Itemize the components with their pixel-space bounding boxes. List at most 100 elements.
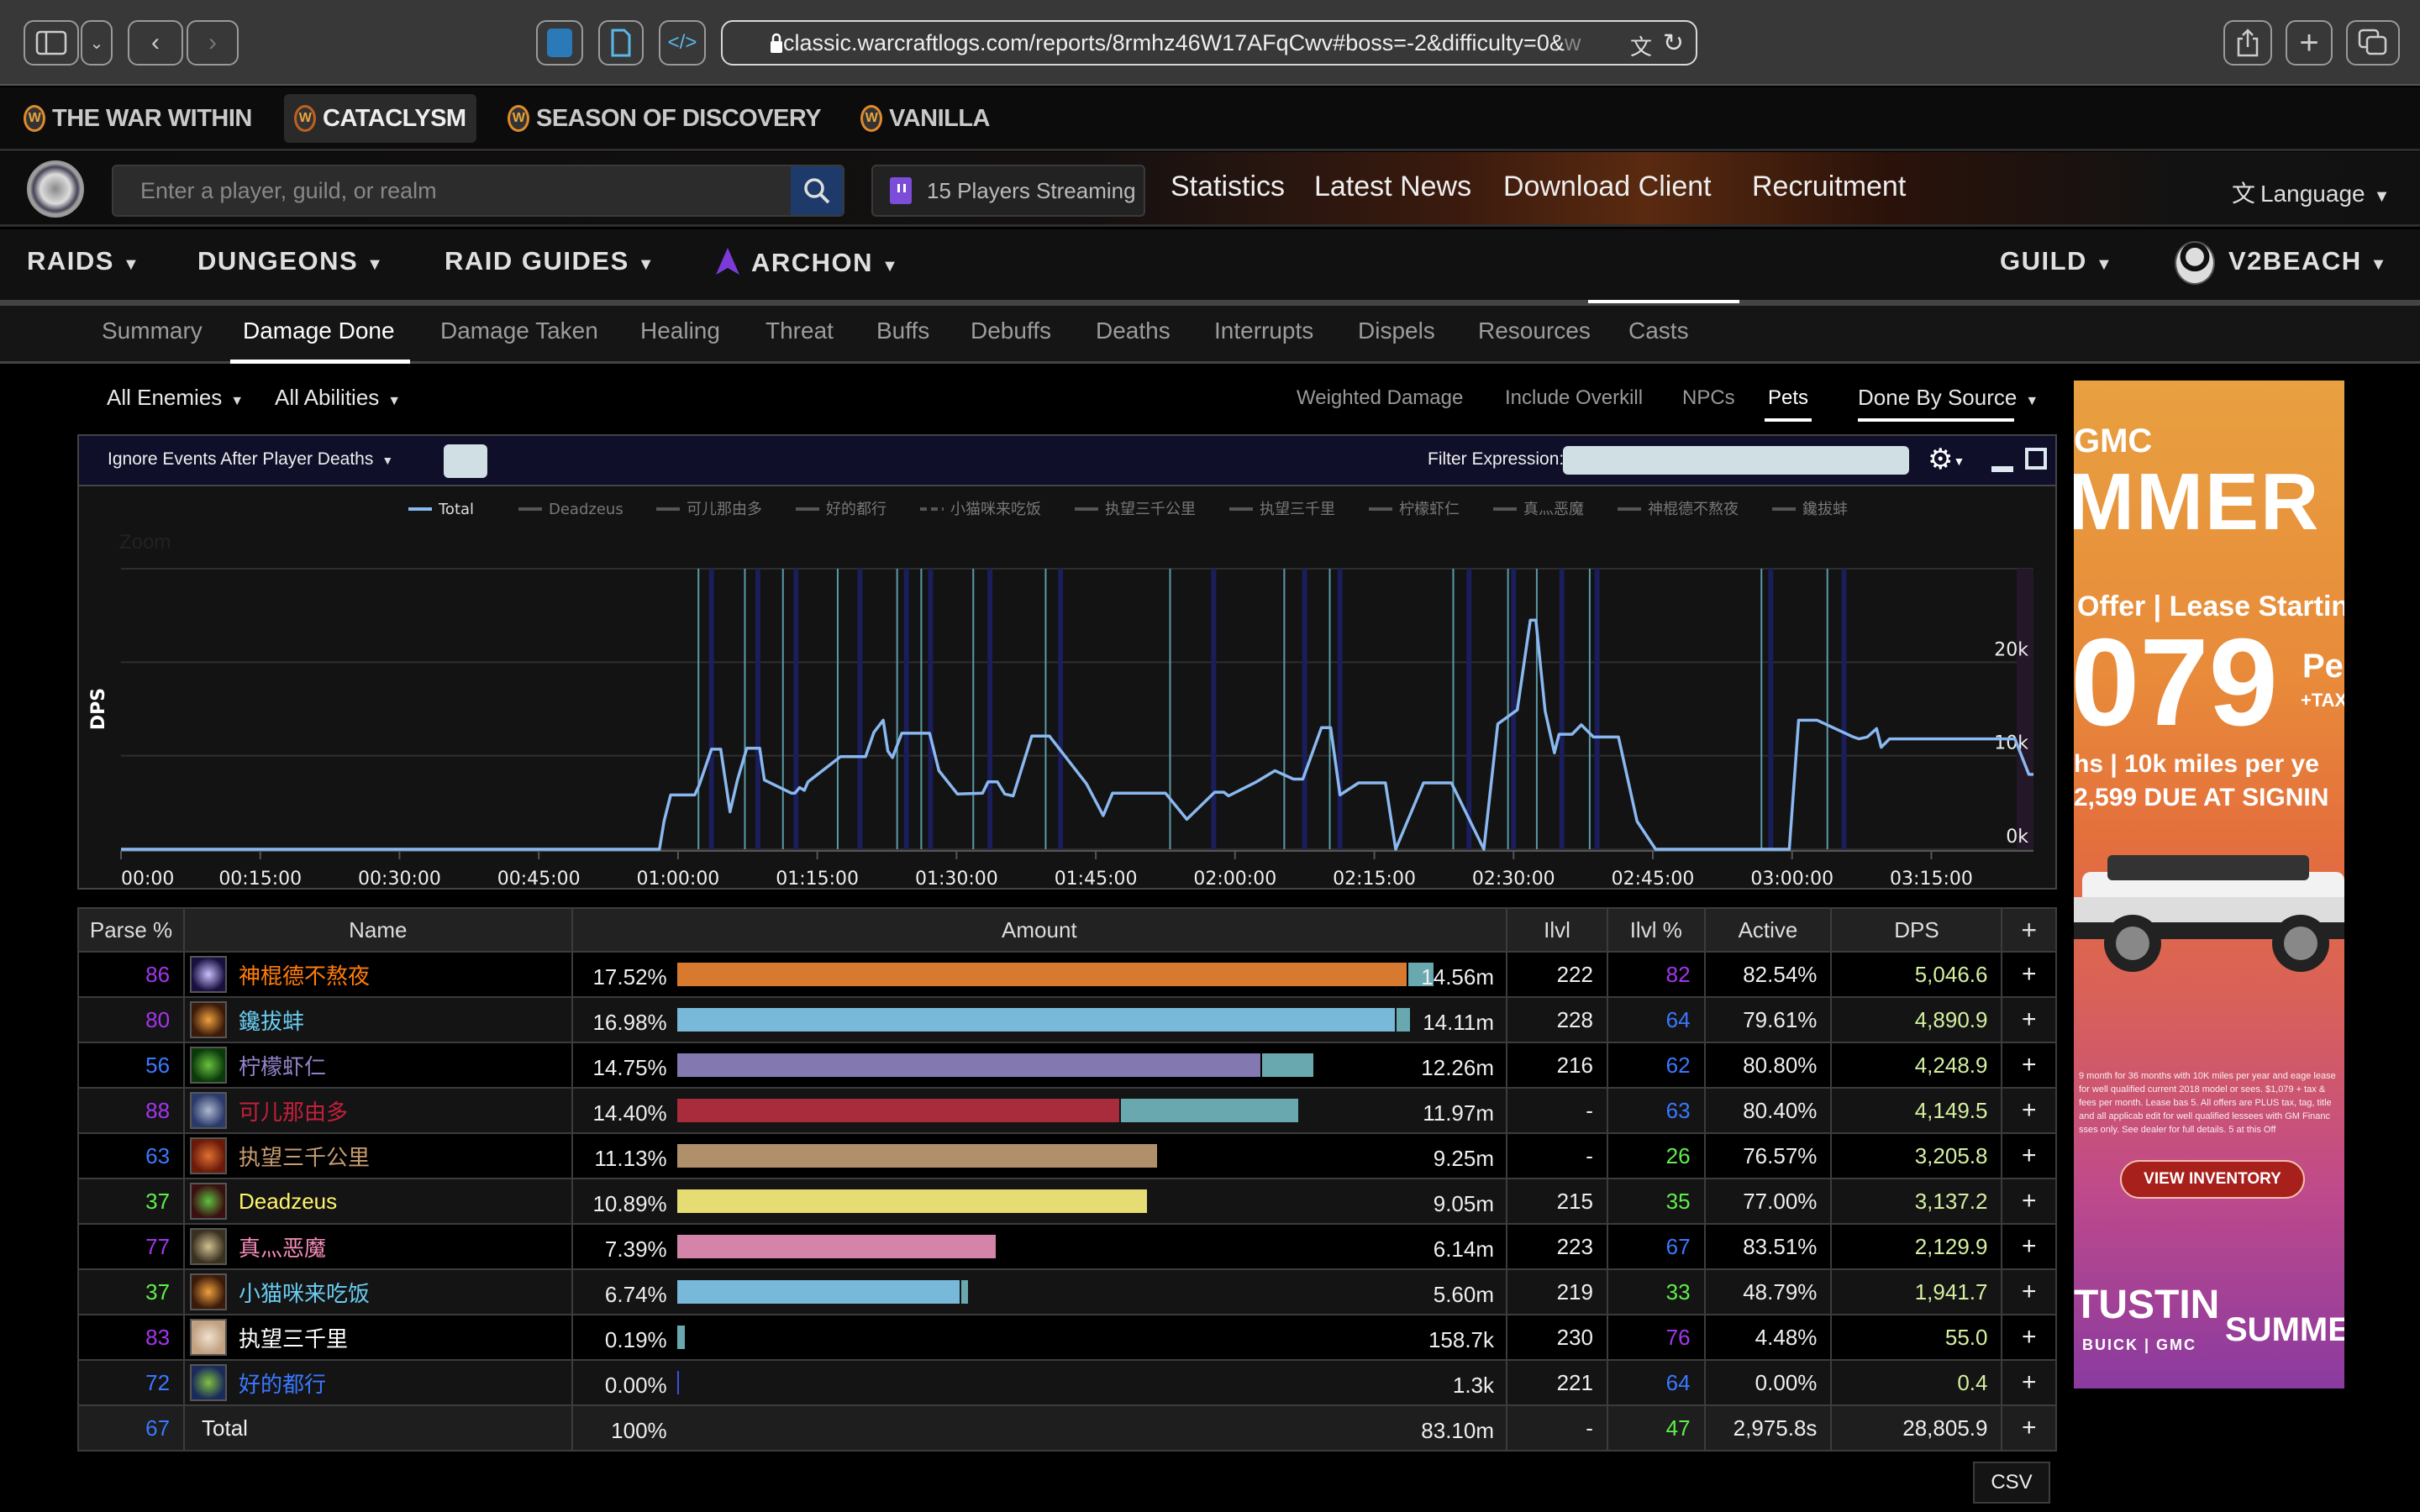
address-bar[interactable]: classic.warcraftlogs.com/reports/8rmhz46… (721, 20, 1697, 66)
col-parse[interactable]: Parse % (76, 907, 186, 953)
table-row[interactable]: 37 Deadzeus 10.89% 9.05m 215 35 77.00% 3,137.2 + (76, 1178, 2057, 1225)
developer-button[interactable]: </> (659, 20, 706, 66)
table-row[interactable]: 80 鑱拔蚌 16.98% 14.11m 228 64 79.61% 4,890.9 + (76, 996, 2057, 1043)
expand-row-button[interactable]: + (2001, 1042, 2057, 1089)
back-button[interactable]: ‹ (128, 20, 183, 66)
tab-damage-done[interactable]: Damage Done (243, 318, 395, 344)
option-include-overkill[interactable]: Include Overkill (1505, 386, 1643, 410)
name-cell[interactable]: 小猫咪来吃饭 (183, 1268, 573, 1315)
player-name[interactable]: 鑱拔蚌 (239, 1005, 304, 1036)
nav-raids[interactable]: RAIDS ▼ (27, 246, 140, 276)
game-tab-the-war-within[interactable]: W THE WAR WITHIN (13, 94, 262, 143)
new-tab-button[interactable]: + (2286, 20, 2333, 66)
expand-row-button[interactable]: + (2001, 1404, 2057, 1452)
streaming-button[interactable]: 15 Players Streaming (871, 165, 1145, 217)
translate-icon[interactable]: ⽂ (1630, 30, 1652, 61)
csv-export-button[interactable]: CSV (1973, 1462, 2050, 1504)
player-name[interactable]: 小猫咪来吃饭 (239, 1277, 370, 1308)
col-amount[interactable]: Amount (571, 907, 1508, 953)
tab-buffs[interactable]: Buffs (876, 318, 929, 344)
expand-row-button[interactable]: + (2001, 1314, 2057, 1361)
tab-debuffs[interactable]: Debuffs (971, 318, 1051, 344)
legend-item[interactable]: 好的都行 (826, 501, 886, 518)
expand-row-button[interactable]: + (2001, 951, 2057, 998)
expand-row-button[interactable]: + (2001, 996, 2057, 1043)
abilities-dropdown[interactable]: All Abilities ▼ (275, 385, 401, 411)
enemies-dropdown[interactable]: All Enemies ▼ (107, 385, 244, 411)
col-name[interactable]: Name (183, 907, 573, 953)
legend-item[interactable]: Deadzeus (549, 501, 623, 518)
tab-summary[interactable]: Summary (102, 318, 203, 344)
name-cell[interactable]: 神棍德不熬夜 (183, 951, 573, 998)
legend-item[interactable]: 执望三千里 (1260, 501, 1335, 518)
expand-row-button[interactable]: + (2001, 1132, 2057, 1179)
reload-icon[interactable]: ↻ (1663, 29, 1684, 58)
col-dps[interactable]: DPS (1830, 907, 2003, 953)
tab-overview-button[interactable] (2346, 20, 2400, 66)
col-ilvl[interactable]: Ilvl (1506, 907, 1608, 953)
expand-row-button[interactable]: + (2001, 1178, 2057, 1225)
sidebar-toggle-button[interactable] (24, 20, 79, 66)
expand-row-button[interactable]: + (2001, 1268, 2057, 1315)
legend-item[interactable]: 柠檬虾仁 (1399, 501, 1460, 518)
ignore-events-dropdown[interactable]: Ignore Events After Player Deaths ▼ (108, 449, 393, 470)
table-row[interactable]: 37 小猫咪来吃饭 6.74% 5.60m 219 33 48.79% 1,941.7 + (76, 1268, 2057, 1315)
link-statistics[interactable]: Statistics (1171, 171, 1285, 203)
forward-button[interactable]: › (187, 20, 239, 66)
player-name[interactable]: 执望三千公里 (239, 1141, 370, 1172)
tab-damage-taken[interactable]: Damage Taken (440, 318, 598, 344)
link-download-client[interactable]: Download Client (1503, 171, 1712, 203)
legend-item[interactable]: 真灬恶魔 (1523, 501, 1584, 518)
reader-button[interactable] (598, 20, 644, 66)
option-npcs[interactable]: NPCs (1682, 386, 1735, 410)
name-cell[interactable]: 柠檬虾仁 (183, 1042, 573, 1089)
tab-resources[interactable]: Resources (1478, 318, 1591, 344)
link-recruitment[interactable]: Recruitment (1752, 171, 1906, 203)
legend-item[interactable]: 小猫咪来吃饭 (950, 501, 1041, 518)
game-tab-vanilla[interactable]: W VANILLA (850, 94, 1000, 143)
tab-threat[interactable]: Threat (765, 318, 834, 344)
tab-deaths[interactable]: Deaths (1096, 318, 1171, 344)
player-name[interactable]: 真灬恶魔 (239, 1231, 326, 1263)
maximize-icon[interactable] (2025, 448, 2047, 470)
game-tab-cataclysm[interactable]: W CATACLYSM (284, 94, 476, 143)
col-ilvl-pct[interactable]: Ilvl % (1606, 907, 1706, 953)
dps-chart[interactable]: Total Deadzeus 可儿那由多 好的都行 小猫咪来吃饭 执望三千公里 执望三千里 柠… (79, 486, 2055, 888)
add-column-button[interactable]: + (2001, 907, 2057, 953)
nav-raid-guides[interactable]: RAID GUIDES ▼ (445, 246, 655, 276)
ignore-events-toggle[interactable] (444, 444, 487, 478)
legend-item[interactable]: 鑱拔蚌 (1802, 501, 1848, 518)
settings-dropdown[interactable]: ⚙▼ (1928, 443, 1965, 476)
search-button[interactable] (791, 166, 843, 215)
expand-row-button[interactable]: + (2001, 1087, 2057, 1134)
view-mode-dropdown[interactable]: Done By Source ▼ (1858, 385, 2039, 411)
player-name[interactable]: 执望三千里 (239, 1322, 348, 1353)
language-dropdown[interactable]: 文 Language ▼ (2232, 176, 2390, 209)
player-name[interactable]: Deadzeus (239, 1189, 337, 1215)
table-row[interactable]: 88 可儿那由多 14.40% 11.97m - 63 80.40% 4,149.5 + (76, 1087, 2057, 1134)
name-cell[interactable]: Deadzeus (183, 1178, 573, 1225)
table-row[interactable]: 72 好的都行 0.00% 1.3k 221 64 0.00% 0.4 + (76, 1359, 2057, 1406)
player-name[interactable]: 可儿那由多 (239, 1095, 348, 1126)
tab-interrupts[interactable]: Interrupts (1214, 318, 1313, 344)
player-name[interactable]: 柠檬虾仁 (239, 1050, 326, 1081)
extension-button[interactable] (536, 20, 583, 66)
legend-item[interactable]: 可儿那由多 (687, 501, 762, 518)
legend-item[interactable]: Total (438, 501, 474, 518)
expand-row-button[interactable]: + (2001, 1223, 2057, 1270)
table-row[interactable]: 63 执望三千公里 11.13% 9.25m - 26 76.57% 3,205.8 + (76, 1132, 2057, 1179)
tab-dispels[interactable]: Dispels (1358, 318, 1435, 344)
option-pets[interactable]: Pets (1768, 386, 1808, 410)
nav-guild[interactable]: GUILD ▼ (2000, 246, 2113, 276)
name-cell[interactable]: 鑱拔蚌 (183, 996, 573, 1043)
table-row[interactable]: 56 柠檬虾仁 14.75% 12.26m 216 62 80.80% 4,248.9 + (76, 1042, 2057, 1089)
link-latest-news[interactable]: Latest News (1314, 171, 1471, 203)
name-cell[interactable]: 执望三千里 (183, 1314, 573, 1361)
player-name[interactable]: 神棍德不熬夜 (239, 959, 370, 990)
name-cell[interactable]: 真灬恶魔 (183, 1223, 573, 1270)
legend-item[interactable]: 神棍德不熬夜 (1648, 501, 1739, 518)
advertisement[interactable]: GMC MMER Offer | Lease Startin 079 Pe +T… (2074, 381, 2344, 1389)
nav-archon[interactable]: ARCHON ▼ (713, 246, 899, 278)
game-tab-season-of-discovery[interactable]: W SEASON OF DISCOVERY (497, 94, 831, 143)
nav-dungeons[interactable]: DUNGEONS ▼ (197, 246, 384, 276)
